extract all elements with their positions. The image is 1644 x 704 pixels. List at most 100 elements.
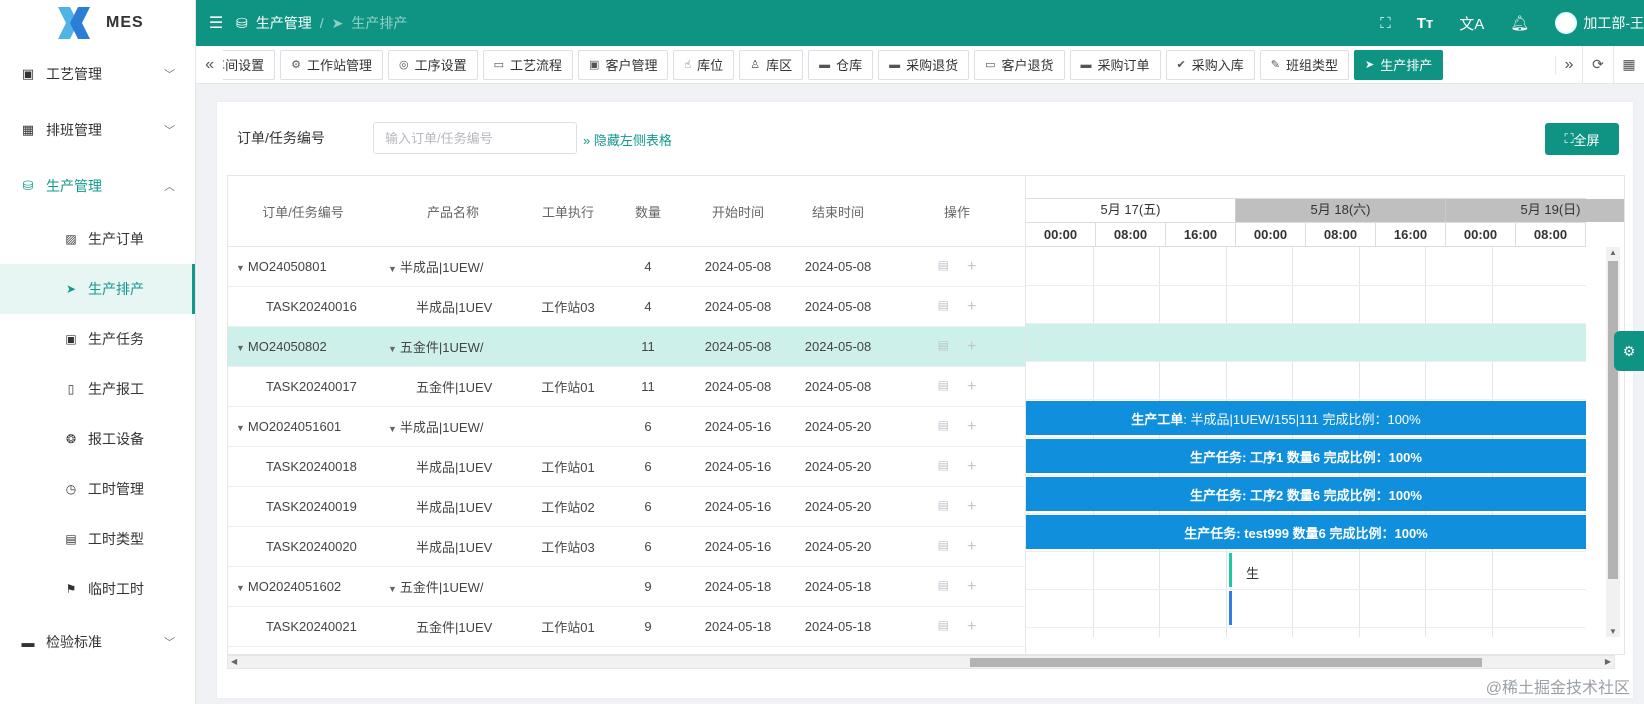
expand-triangle-icon[interactable]: ▼ <box>236 423 245 433</box>
breadcrumb-separator: / <box>319 15 324 31</box>
scroll-left-arrow-icon[interactable]: ◀ <box>231 657 237 666</box>
hamburger-icon[interactable]: ☰ <box>196 13 236 33</box>
detail-icon[interactable]: ▤ <box>938 458 949 476</box>
bell-icon[interactable]: 🔔︎ <box>1510 14 1529 32</box>
add-icon[interactable]: + <box>967 498 976 516</box>
translate-icon[interactable]: 文A <box>1459 13 1484 34</box>
tab-page[interactable]: ▣ 客户管理 <box>578 49 669 80</box>
table-row[interactable]: ▼ MO2024051602 ▼ 五金件|1UEW/9 2024-05-18 2024-0… <box>228 567 1025 607</box>
detail-icon[interactable]: ▤ <box>938 618 949 636</box>
expand-triangle-icon[interactable]: ▼ <box>236 343 245 353</box>
sidebar-subitem[interactable]: ▯ 生产报工 <box>0 364 195 414</box>
tab-page[interactable]: ♙ 库区 <box>739 49 804 80</box>
user-menu[interactable]: 加工部-王 <box>1555 12 1644 34</box>
expand-triangle-icon[interactable]: ▼ <box>388 424 397 434</box>
expand-triangle-icon[interactable]: ▼ <box>236 583 245 593</box>
search-input[interactable] <box>373 122 577 154</box>
sidebar-subitem[interactable]: ⚑ 临时工时 <box>0 564 195 614</box>
gantt-row-line <box>1026 437 1586 438</box>
table-row[interactable]: TASK20240019 半成品|1UEV 工作站02 6 2024-05-16 2024… <box>228 487 1025 527</box>
scroll-right-icon[interactable]: » <box>1554 55 1582 74</box>
horizontal-scrollbar[interactable]: ◀ ▶ <box>227 655 1615 669</box>
scroll-up-icon[interactable]: ▲ <box>1609 248 1617 257</box>
horizontal-scroll-thumb[interactable] <box>970 658 1482 667</box>
add-icon[interactable]: + <box>967 618 976 636</box>
sidebar-subitem[interactable]: ▤ 工时类型 <box>0 514 195 564</box>
tab-page[interactable]: ▬ 采购退货 <box>878 49 970 80</box>
tab-page[interactable]: ▭ 工艺流程 <box>482 49 574 80</box>
gantt-parent-marker[interactable] <box>1229 553 1232 587</box>
vertical-scroll-thumb[interactable] <box>1608 261 1618 579</box>
detail-icon[interactable]: ▤ <box>938 418 949 436</box>
add-icon[interactable]: + <box>967 258 976 276</box>
fullscreen-icon[interactable]: ⛶ <box>1380 15 1391 32</box>
sidebar-item[interactable]: ⛁ 生产管理 ︿ <box>0 158 195 214</box>
sidebar-subitem[interactable]: ▣ 生产任务 <box>0 314 195 364</box>
expand-triangle-icon[interactable]: ▼ <box>388 584 397 594</box>
sidebar-subitem[interactable]: ◷ 工时管理 <box>0 464 195 514</box>
fullscreen-button[interactable]: ⛶ 全屏 <box>1545 123 1619 155</box>
detail-icon[interactable]: ▤ <box>938 578 949 596</box>
settings-gear-icon[interactable]: ⚙ <box>1614 331 1644 371</box>
table-row[interactable]: TASK20240017 五金件|1UEV 工作站01 11 2024-05-08 202… <box>228 367 1025 407</box>
font-size-icon[interactable]: Tт <box>1417 15 1434 32</box>
gantt-task-marker[interactable] <box>1229 591 1232 625</box>
breadcrumb-item[interactable]: 生产管理 <box>256 13 312 33</box>
detail-icon[interactable]: ▤ <box>938 498 949 516</box>
tab-label: 工序设置 <box>414 58 467 73</box>
scroll-right-arrow-icon[interactable]: ▶ <box>1605 657 1611 666</box>
tab-page[interactable]: ▭ 客户退货 <box>974 49 1065 80</box>
sidebar-item[interactable]: ▬ 检验标准 ﹀ <box>0 614 195 670</box>
add-icon[interactable]: + <box>967 418 976 436</box>
table-row[interactable]: TASK20240016 半成品|1UEV 工作站03 4 2024-05-08 2024… <box>228 287 1025 327</box>
vertical-scrollbar[interactable]: ▲ ▼ <box>1606 247 1620 637</box>
gantt-bar[interactable]: 生产任务: test999 数量6 完成比例：100% <box>1026 515 1586 549</box>
gantt-day-header: 5月 17(五) <box>1026 199 1236 222</box>
add-icon[interactable]: + <box>967 378 976 396</box>
detail-icon[interactable]: ▤ <box>938 338 949 356</box>
end-time-cell: 2024-05-18 <box>804 579 872 594</box>
tab-active[interactable]: ➤ 生产排产 <box>1354 49 1444 80</box>
sidebar-subitem[interactable]: ❂ 报工设备 <box>0 414 195 464</box>
table-row[interactable]: ▼ MO24050801 ▼ 半成品|1UEW/4 2024-05-08 2024-05-… <box>228 247 1025 287</box>
table-row[interactable]: ▼ MO2024051601 ▼ 半成品|1UEW/6 2024-05-16 2024-0… <box>228 407 1025 447</box>
tab-page[interactable]: ▬ 采购订单 <box>1069 49 1161 80</box>
detail-icon[interactable]: ▤ <box>938 258 949 276</box>
tab-page[interactable]: ☝ 库位 <box>673 49 735 80</box>
gantt-bar[interactable]: 生产任务: 工序2 数量6 完成比例：100% <box>1026 477 1586 511</box>
sidebar-item[interactable]: ▣ 工艺管理 ﹀ <box>0 46 195 102</box>
tab-page[interactable]: ▬ 仓库 <box>808 49 874 80</box>
tab-page[interactable]: ⚙ 工作站管理 <box>280 49 383 80</box>
scroll-left-icon[interactable]: « <box>196 56 223 74</box>
expand-triangle-icon[interactable]: ▼ <box>236 263 245 273</box>
detail-icon[interactable]: ▤ <box>938 298 949 316</box>
gantt-bar[interactable]: 生产工单: 半成品|1UEW/155|111 完成比例：100% <box>1026 401 1586 435</box>
detail-icon[interactable]: ▤ <box>938 378 949 396</box>
add-icon[interactable]: + <box>967 538 976 556</box>
table-row[interactable]: TASK20240018 半成品|1UEV 工作站01 6 2024-05-16 2024… <box>228 447 1025 487</box>
add-icon[interactable]: + <box>967 458 976 476</box>
add-icon[interactable]: + <box>967 578 976 596</box>
sidebar-item[interactable]: ▦ 排班管理 ﹀ <box>0 102 195 158</box>
table-row[interactable]: TASK20240021 五金件|1UEV 工作站01 9 2024-05-18 2024… <box>228 607 1025 647</box>
tab-page[interactable]: ◎ 工序设置 <box>388 49 478 80</box>
expand-triangle-icon[interactable]: ▼ <box>388 344 397 354</box>
scroll-down-icon[interactable]: ▼ <box>1609 627 1617 636</box>
table-row[interactable]: ▼ MO24050802 ▼ 五金件|1UEW/11 2024-05-08 2024-05… <box>228 327 1025 367</box>
hide-table-link[interactable]: » 隐藏左侧表格 <box>583 130 672 149</box>
logo[interactable]: MES <box>0 0 195 46</box>
tab-page[interactable]: ✔ 采购入库 <box>1165 49 1255 80</box>
tab-page[interactable]: 车间设置 <box>223 49 276 80</box>
grid-icon[interactable]: ▦ <box>1612 45 1644 84</box>
table-row[interactable]: TASK20240020 半成品|1UEV 工作站03 6 2024-05-16 2024… <box>228 527 1025 567</box>
column-header: 数量 <box>634 204 661 220</box>
expand-triangle-icon[interactable]: ▼ <box>388 264 397 274</box>
gantt-bar[interactable]: 生产任务: 工序1 数量6 完成比例：100% <box>1026 439 1586 473</box>
sidebar-subitem[interactable]: ▨ 生产订单 <box>0 214 195 264</box>
detail-icon[interactable]: ▤ <box>938 538 949 556</box>
add-icon[interactable]: + <box>967 338 976 356</box>
tab-page[interactable]: ✎ 班组类型 <box>1259 49 1350 80</box>
refresh-icon[interactable]: ⟳ <box>1581 45 1613 84</box>
add-icon[interactable]: + <box>967 298 976 316</box>
sidebar-subitem[interactable]: ➤ 生产排产 <box>0 264 195 314</box>
